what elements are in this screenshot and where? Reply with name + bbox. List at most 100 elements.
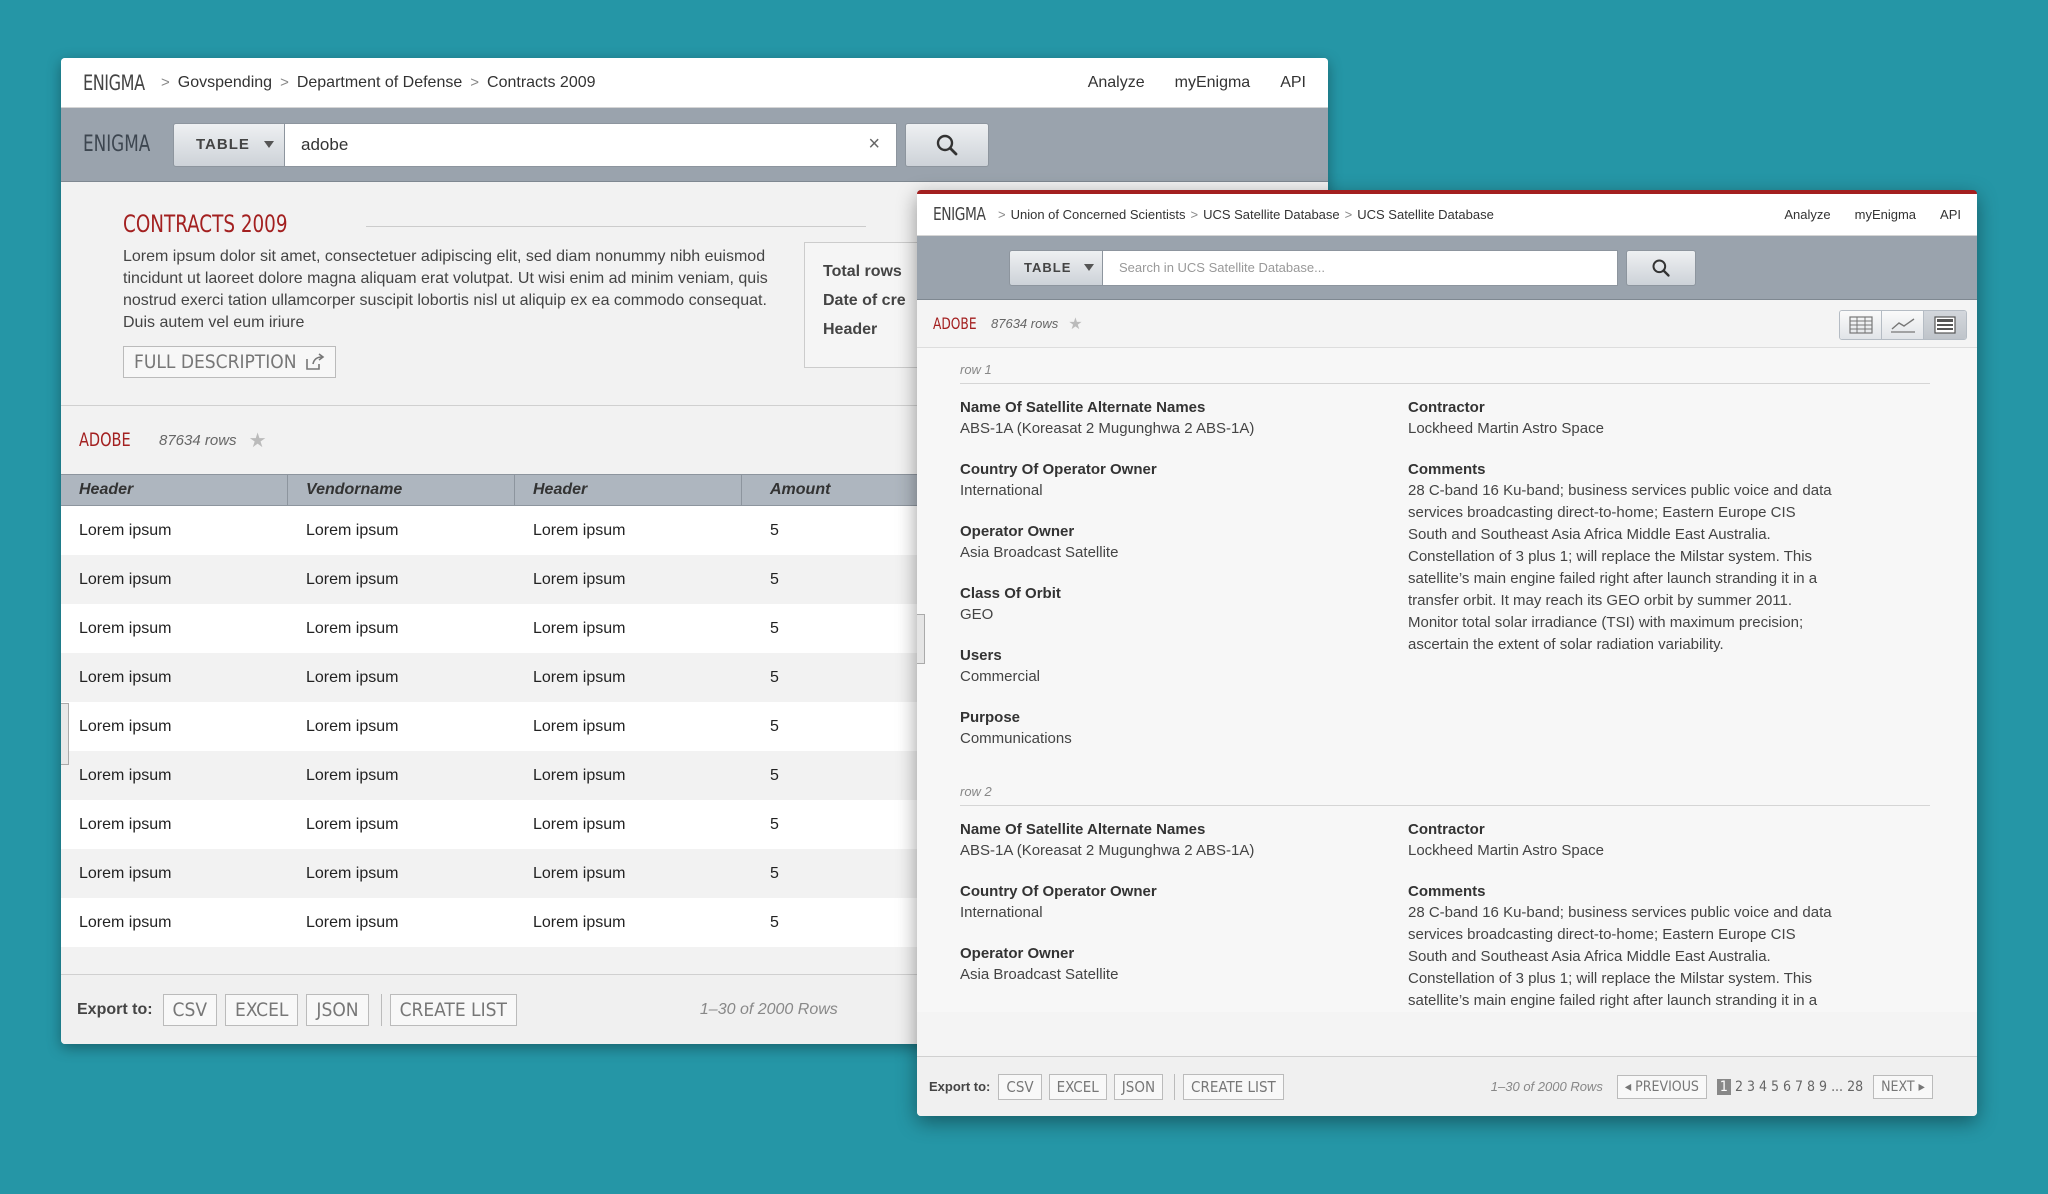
search-input[interactable]: adobe ×: [285, 122, 897, 167]
table-cell: Lorem ipsum: [79, 570, 172, 588]
field-label: Country Of Operator Owner: [960, 883, 1157, 900]
search-input[interactable]: Search in UCS Satellite Database...: [1103, 249, 1618, 286]
page-title: CONTRACTS 2009: [123, 210, 288, 238]
breadcrumb-item[interactable]: UCS Satellite Database: [1357, 207, 1494, 222]
breadcrumb-item[interactable]: Union of Concerned Scientists: [1011, 207, 1186, 222]
page-number[interactable]: 28: [1847, 1079, 1863, 1095]
row-count: 87634 rows: [991, 316, 1059, 331]
record-column-left: Name Of Satellite Alternate Names ABS-1A …: [960, 820, 1408, 1012]
search-bar: TABLE Search in UCS Satellite Database..…: [917, 236, 1977, 300]
table-name: ADOBE: [79, 429, 131, 451]
record-field: Contractor Lockheed Martin Astro Space: [1408, 820, 1838, 862]
page-number[interactable]: 7: [1795, 1079, 1803, 1095]
page-number[interactable]: 4: [1759, 1079, 1767, 1095]
nav-myenigma[interactable]: myEnigma: [1175, 74, 1251, 92]
table-footer: Export to: CSV EXCEL JSON CREATE LIST 1–…: [917, 1056, 1977, 1116]
chevron-right-icon: >: [1190, 207, 1199, 222]
search-button[interactable]: [905, 122, 989, 167]
record-column-right: Contractor Lockheed Martin Astro Space Com…: [1408, 820, 1838, 1012]
title-divider: [366, 226, 866, 227]
resize-handle[interactable]: [917, 614, 925, 664]
create-list-button[interactable]: CREATE LIST: [389, 993, 517, 1026]
table-cell: Lorem ipsum: [533, 668, 626, 686]
export-excel-button[interactable]: EXCEL: [225, 993, 299, 1026]
table-cell: Lorem ipsum: [79, 668, 172, 686]
chart-view-button[interactable]: [1882, 311, 1924, 339]
top-navigation-bar: ENIGMA > Union of Concerned Scientists >…: [917, 194, 1977, 236]
top-navigation-bar: ENIGMA > Govspending > Department of Def…: [61, 58, 1328, 108]
record-column-right: Contractor Lockheed Martin Astro Space Com…: [1408, 398, 1838, 770]
table-cell: Lorem ipsum: [306, 766, 399, 784]
create-list-button[interactable]: CREATE LIST: [1183, 1073, 1284, 1100]
page-number[interactable]: 5: [1771, 1079, 1779, 1095]
export-csv-button[interactable]: CSV: [998, 1073, 1042, 1100]
record-field: Comments 28 C-band 16 Ku-band; business s…: [1408, 460, 1838, 656]
field-value: International: [960, 904, 1043, 921]
star-icon[interactable]: ★: [249, 428, 267, 453]
export-excel-button[interactable]: EXCEL: [1048, 1073, 1107, 1100]
table-name: ADOBE: [933, 314, 977, 333]
page-number[interactable]: 8: [1807, 1079, 1815, 1095]
field-label: Users: [960, 647, 1002, 664]
nav-api[interactable]: API: [1940, 207, 1961, 222]
field-label: Name Of Satellite Alternate Names: [960, 821, 1206, 838]
page-number[interactable]: 3: [1747, 1079, 1755, 1095]
page-number[interactable]: 6: [1783, 1079, 1791, 1095]
enigma-logo[interactable]: ENIGMA: [933, 204, 986, 225]
search-type-label: TABLE: [1024, 260, 1072, 275]
column-header[interactable]: Header: [515, 475, 742, 505]
next-page-button[interactable]: NEXT ▸: [1873, 1074, 1933, 1099]
breadcrumb-item[interactable]: UCS Satellite Database: [1203, 207, 1340, 222]
record-list-icon: [1934, 316, 1956, 334]
table-header-bar: ADOBE 87634 rows ★: [917, 300, 1977, 348]
record-fields: Name Of Satellite Alternate Names ABS-1A …: [960, 806, 1937, 1012]
export-json-button[interactable]: JSON: [1113, 1073, 1164, 1100]
enigma-logo[interactable]: ENIGMA: [83, 71, 145, 95]
full-description-button[interactable]: FULL DESCRIPTION: [123, 346, 336, 378]
clear-icon[interactable]: ×: [868, 133, 880, 156]
breadcrumb-item[interactable]: Department of Defense: [297, 74, 462, 92]
nav-analyze[interactable]: Analyze: [1784, 207, 1830, 222]
search-type-dropdown[interactable]: TABLE: [173, 122, 285, 167]
page-number[interactable]: 1: [1716, 1078, 1731, 1095]
nav-api[interactable]: API: [1280, 74, 1306, 92]
nav-analyze[interactable]: Analyze: [1088, 74, 1145, 92]
nav-myenigma[interactable]: myEnigma: [1855, 207, 1916, 222]
rows-range-info: 1–30 of 2000 Rows: [1490, 1079, 1603, 1094]
star-icon[interactable]: ★: [1068, 314, 1082, 334]
table-cell: Lorem ipsum: [79, 913, 172, 931]
chevron-right-icon: >: [280, 74, 289, 91]
page-number[interactable]: 2: [1735, 1079, 1743, 1095]
table-cell: Lorem ipsum: [306, 668, 399, 686]
breadcrumb-item[interactable]: Contracts 2009: [487, 74, 596, 92]
export-csv-button[interactable]: CSV: [162, 993, 218, 1026]
breadcrumb-item[interactable]: Govspending: [178, 74, 272, 92]
field-value: International: [960, 482, 1043, 499]
table-cell: Lorem ipsum: [306, 717, 399, 735]
field-value: Communications: [960, 730, 1072, 747]
search-button[interactable]: [1626, 249, 1696, 286]
export-json-button[interactable]: JSON: [306, 993, 369, 1026]
page-number[interactable]: 9: [1819, 1079, 1827, 1095]
previous-page-button[interactable]: ◂ PREVIOUS: [1616, 1074, 1707, 1099]
column-header[interactable]: Amount: [742, 475, 942, 505]
record-label: row 1: [960, 348, 1930, 384]
column-header[interactable]: Header: [61, 475, 288, 505]
record-block: row 2 Name Of Satellite Alternate Names AB…: [917, 770, 1977, 1012]
search-icon: [936, 134, 958, 155]
table-cell: Lorem ipsum: [79, 619, 172, 637]
resize-handle[interactable]: [61, 703, 69, 765]
view-switcher: [1839, 310, 1967, 340]
field-label: Country Of Operator Owner: [960, 461, 1157, 478]
record-field: Name Of Satellite Alternate Names ABS-1A …: [960, 820, 1408, 862]
field-value: ABS-1A (Koreasat 2 Mugunghwa 2 ABS-1A): [960, 420, 1255, 437]
field-value: GEO: [960, 606, 994, 623]
satellite-database-window: ENIGMA > Union of Concerned Scientists >…: [917, 190, 1977, 1116]
table-cell: Lorem ipsum: [79, 521, 172, 539]
table-view-button[interactable]: [1840, 311, 1882, 339]
table-cell: Lorem ipsum: [533, 521, 626, 539]
column-header[interactable]: Vendorname: [288, 475, 515, 505]
search-type-dropdown[interactable]: TABLE: [1009, 249, 1103, 286]
record-view-button[interactable]: [1924, 311, 1966, 339]
search-type-label: TABLE: [196, 136, 250, 153]
